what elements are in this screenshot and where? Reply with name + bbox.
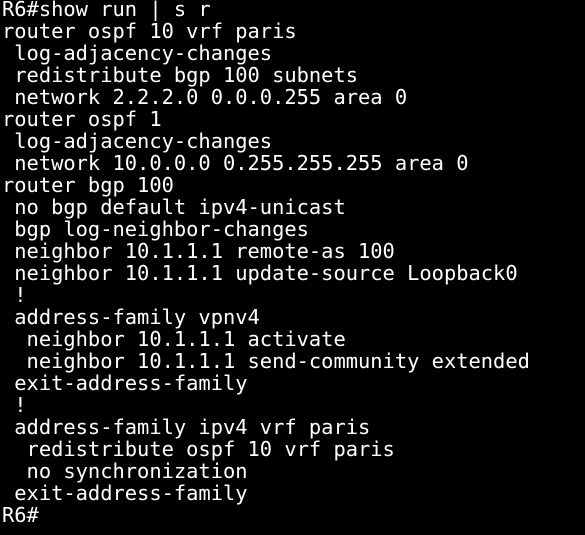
output-line: log-adjacency-changes bbox=[2, 41, 273, 65]
output-line: ! bbox=[2, 393, 27, 417]
output-line: network 2.2.2.0 0.0.0.255 area 0 bbox=[2, 85, 408, 109]
output-line: exit-address-family bbox=[2, 371, 248, 395]
command-prompt-line[interactable]: R6# bbox=[2, 504, 585, 526]
output-line: router ospf 10 vrf paris bbox=[2, 19, 297, 43]
output-line: bgp log-neighbor-changes bbox=[2, 217, 309, 241]
output-line: redistribute bgp 100 subnets bbox=[2, 63, 359, 87]
output-line: network 10.0.0.0 0.255.255.255 area 0 bbox=[2, 151, 469, 175]
output-line: exit-address-family bbox=[2, 481, 248, 505]
terminal-window[interactable]: R6#show run | s r router ospf 10 vrf par… bbox=[0, 0, 585, 533]
output-line: no synchronization bbox=[2, 459, 248, 483]
output-line: address-family vpnv4 bbox=[2, 305, 260, 329]
output-line: router ospf 1 bbox=[2, 107, 162, 131]
output-line: router bgp 100 bbox=[2, 173, 174, 197]
command-prompt-line: R6#show run | s r bbox=[2, 0, 211, 21]
output-line: neighbor 10.1.1.1 activate bbox=[2, 327, 346, 351]
output-line: ! bbox=[2, 283, 27, 307]
output-line: no bgp default ipv4-unicast bbox=[2, 195, 346, 219]
output-line: address-family ipv4 vrf paris bbox=[2, 415, 371, 439]
output-line: log-adjacency-changes bbox=[2, 129, 273, 153]
output-line: redistribute ospf 10 vrf paris bbox=[2, 437, 395, 461]
output-line: neighbor 10.1.1.1 send-community extende… bbox=[2, 349, 530, 373]
output-line: neighbor 10.1.1.1 remote-as 100 bbox=[2, 239, 395, 263]
output-line: neighbor 10.1.1.1 update-source Loopback… bbox=[2, 261, 518, 285]
